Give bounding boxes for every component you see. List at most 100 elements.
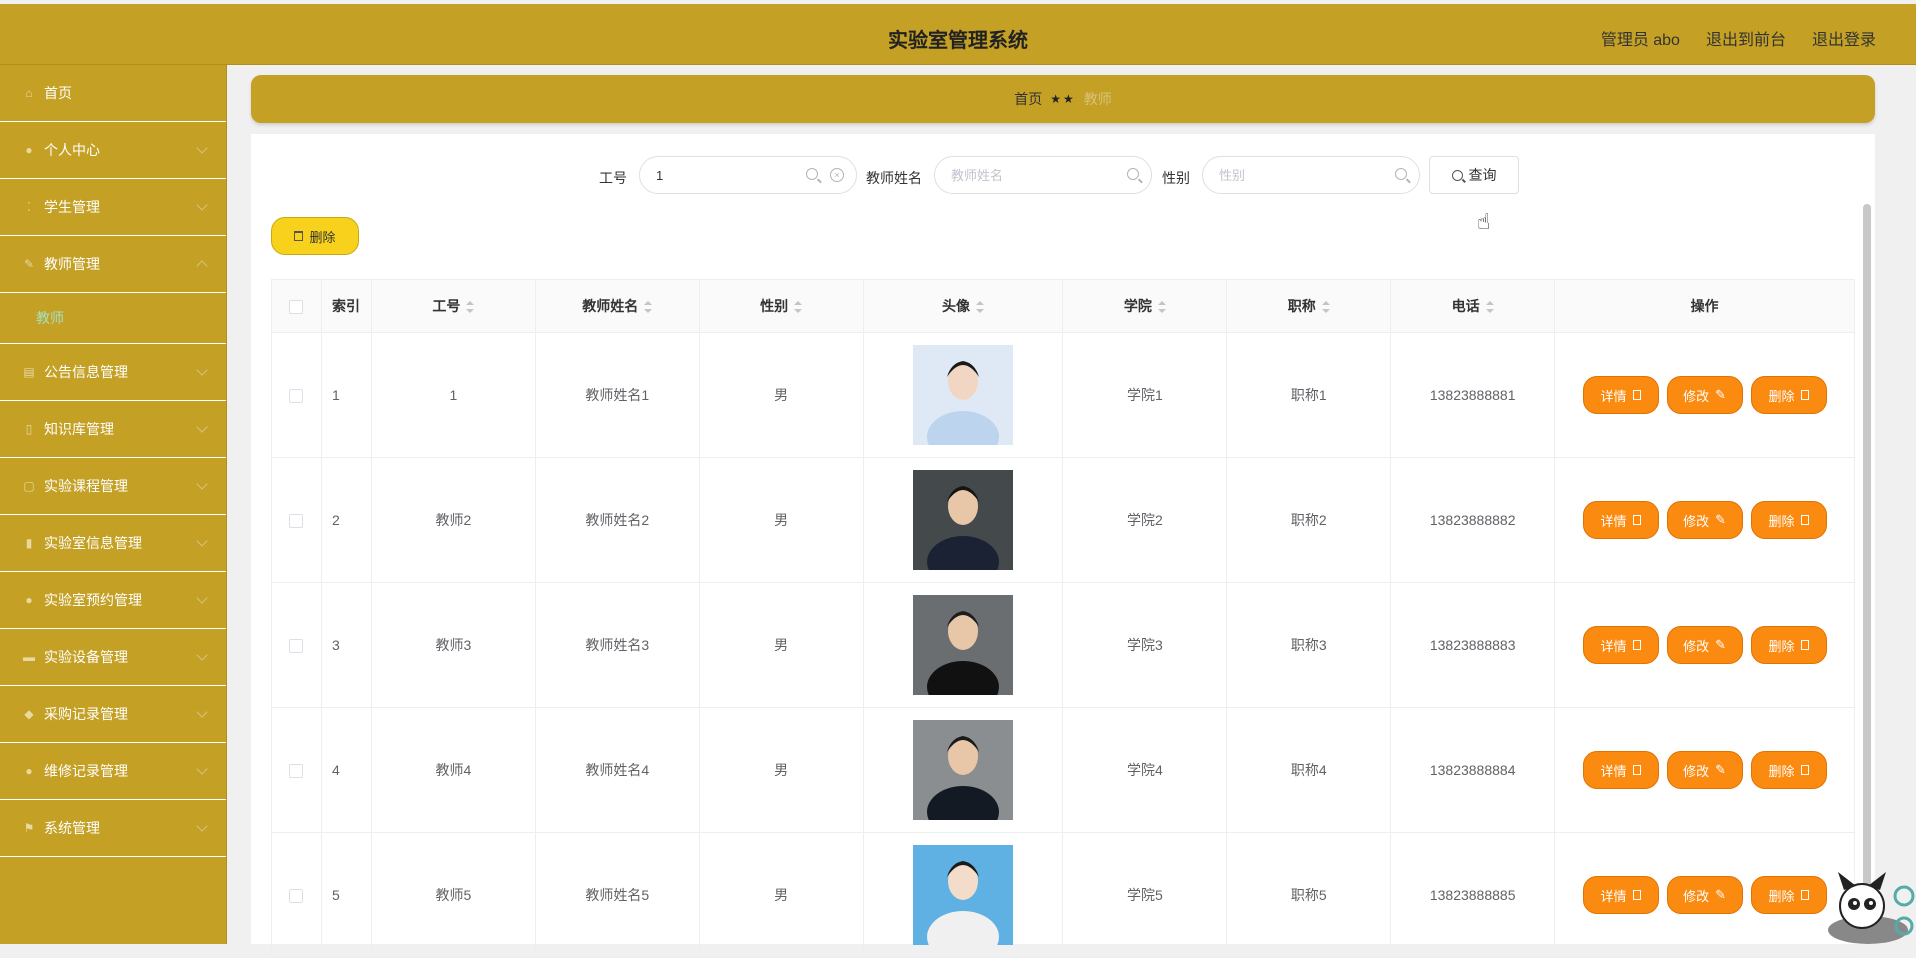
- detail-button-label: 详情: [1600, 388, 1627, 404]
- select-all-checkbox[interactable]: [289, 300, 304, 315]
- col-name[interactable]: 教师姓名: [534, 279, 700, 333]
- edit-button[interactable]: 修改 ✎: [1666, 376, 1743, 414]
- teacher-photo[interactable]: [913, 470, 1014, 570]
- document-icon: [1632, 765, 1641, 775]
- cell-gender: 男: [698, 832, 864, 958]
- sidebar-item-student[interactable]: ⁚ 学生管理: [0, 179, 226, 236]
- gender-search-input[interactable]: [1217, 166, 1351, 184]
- sort-icon[interactable]: [1321, 301, 1330, 314]
- col-phone[interactable]: 电话: [1390, 279, 1556, 333]
- table-row[interactable]: 1 1 教师姓名1 男学院1 职称1 13823888881 详情 修改 ✎ 删除: [271, 332, 1855, 458]
- sidebar-item-teacher[interactable]: ✎ 教师管理: [0, 236, 226, 293]
- sidebar-item-lab-info[interactable]: ▮ 实验室信息管理: [0, 515, 226, 572]
- chevron-down-icon: [196, 763, 208, 775]
- row-checkbox[interactable]: [289, 764, 304, 779]
- sidebar-item-lab-booking[interactable]: ● 实验室预约管理: [0, 572, 226, 629]
- detail-button[interactable]: 详情: [1582, 751, 1659, 789]
- cell-id: 教师2: [370, 457, 536, 583]
- search-icon: [1451, 169, 1463, 181]
- teacher-photo[interactable]: [913, 720, 1014, 820]
- col-id[interactable]: 工号: [370, 279, 536, 333]
- sidebar-item-repair[interactable]: ● 维修记录管理: [0, 743, 226, 800]
- sidebar-item-label: 公告信息管理: [44, 364, 128, 380]
- detail-button-label: 详情: [1600, 638, 1627, 654]
- cell-name: 教师姓名2: [534, 457, 700, 583]
- query-button[interactable]: 查询: [1429, 156, 1519, 194]
- sidebar-item-knowledge[interactable]: ▯ 知识库管理: [0, 401, 226, 458]
- sidebar-subitem-label: 教师: [36, 310, 64, 326]
- name-search-input[interactable]: [949, 166, 1083, 184]
- back-to-front-link[interactable]: 退出到前台: [1706, 26, 1786, 50]
- sidebar: ⌂ 首页 ● 个人中心 ⁚ 学生管理 ✎ 教师管理 教师 ▤ 公告信息管理 ▯ …: [0, 65, 227, 944]
- row-checkbox[interactable]: [289, 389, 304, 404]
- sidebar-item-notice[interactable]: ▤ 公告信息管理: [0, 344, 226, 401]
- sidebar-item-label: 个人中心: [44, 142, 100, 158]
- sidebar-item-device[interactable]: ▬ 实验设备管理: [0, 629, 226, 686]
- detail-button[interactable]: 详情: [1582, 501, 1659, 539]
- col-avatar[interactable]: 头像: [862, 279, 1064, 333]
- sort-icon[interactable]: [1485, 301, 1494, 314]
- sidebar-item-system[interactable]: ⚑ 系统管理: [0, 800, 226, 857]
- teacher-photo[interactable]: [913, 845, 1014, 945]
- detail-button[interactable]: 详情: [1582, 376, 1659, 414]
- sort-icon[interactable]: [976, 301, 985, 314]
- sidebar-item-course[interactable]: ▢ 实验课程管理: [0, 458, 226, 515]
- select-all-cell: [271, 279, 322, 333]
- detail-button[interactable]: 详情: [1582, 626, 1659, 664]
- row-checkbox[interactable]: [289, 889, 304, 904]
- sort-icon[interactable]: [466, 301, 475, 314]
- logout-link[interactable]: 退出登录: [1812, 26, 1876, 50]
- breadcrumb: 首页 ★★ 教师: [251, 75, 1875, 123]
- clear-icon[interactable]: ×: [830, 168, 844, 182]
- gender-search-field[interactable]: [1202, 156, 1420, 194]
- sort-icon[interactable]: [794, 301, 803, 314]
- table-row[interactable]: 5 教师5 教师姓名5 男 学院5 职称5 13823888885 详情 修改 ✎ 删除: [271, 832, 1855, 958]
- detail-button[interactable]: 详情: [1582, 876, 1659, 914]
- teacher-photo[interactable]: [913, 595, 1014, 695]
- row-checkbox[interactable]: [289, 639, 304, 654]
- delete-button[interactable]: 删除: [1750, 626, 1827, 664]
- edit-icon: ✎: [1715, 387, 1727, 402]
- id-search-input[interactable]: [654, 166, 788, 184]
- edit-button[interactable]: 修改 ✎: [1666, 876, 1743, 914]
- device-icon: ▬: [23, 650, 35, 664]
- cell-phone: 13823888881: [1390, 332, 1556, 458]
- sidebar-item-purchase[interactable]: ◆ 采购记录管理: [0, 686, 226, 743]
- sidebar-subitem-teacher[interactable]: 教师: [0, 293, 226, 344]
- chevron-down-icon: [196, 364, 208, 376]
- name-label: 教师姓名: [866, 170, 922, 186]
- edit-button[interactable]: 修改 ✎: [1666, 751, 1743, 789]
- name-search-field[interactable]: [934, 156, 1152, 194]
- edit-button[interactable]: 修改 ✎: [1666, 626, 1743, 664]
- batch-delete-button[interactable]: 删除: [271, 217, 359, 255]
- delete-button[interactable]: 删除: [1750, 751, 1827, 789]
- delete-button-label: 删除: [1768, 763, 1795, 779]
- cell-index: 2: [320, 457, 372, 583]
- batch-delete-label: 删除: [309, 229, 336, 245]
- col-gender[interactable]: 性别: [698, 279, 864, 333]
- sort-icon[interactable]: [1157, 301, 1166, 314]
- col-title[interactable]: 职称: [1226, 279, 1392, 333]
- id-search-field[interactable]: ×: [639, 156, 857, 194]
- delete-button[interactable]: 删除: [1750, 376, 1827, 414]
- col-college[interactable]: 学院: [1062, 279, 1228, 333]
- delete-button[interactable]: 删除: [1750, 501, 1827, 539]
- sidebar-item-label: 维修记录管理: [44, 763, 128, 779]
- table-row[interactable]: 4 教师4 教师姓名4 男 学院4 职称4 13823888884 详情 修改 ✎ 删除: [271, 707, 1855, 833]
- edit-button[interactable]: 修改 ✎: [1666, 501, 1743, 539]
- sort-icon[interactable]: [644, 301, 653, 314]
- sidebar-item-personal-center[interactable]: ● 个人中心: [0, 122, 226, 179]
- cell-college: 学院4: [1062, 707, 1228, 833]
- admin-user-label[interactable]: 管理员 abo: [1601, 26, 1680, 50]
- chevron-down-icon: [196, 478, 208, 490]
- sidebar-item-home[interactable]: ⌂ 首页: [0, 65, 226, 122]
- mascot-cat-icon: [1828, 872, 1915, 944]
- table-row[interactable]: 2 教师2 教师姓名2 男 学院2 职称2 13823888882 详情 修改 ✎ 删除: [271, 457, 1855, 583]
- teacher-photo[interactable]: [913, 345, 1014, 445]
- cell-phone: 13823888882: [1390, 457, 1556, 583]
- row-checkbox[interactable]: [289, 514, 304, 529]
- table-row[interactable]: 3 教师3 教师姓名3 男 学院3 职称3 13823888883 详情 修改 ✎ 删除: [271, 582, 1855, 708]
- trash-icon: [1800, 765, 1809, 775]
- page-scrollbar[interactable]: [1863, 204, 1871, 916]
- breadcrumb-home[interactable]: 首页: [1014, 89, 1042, 109]
